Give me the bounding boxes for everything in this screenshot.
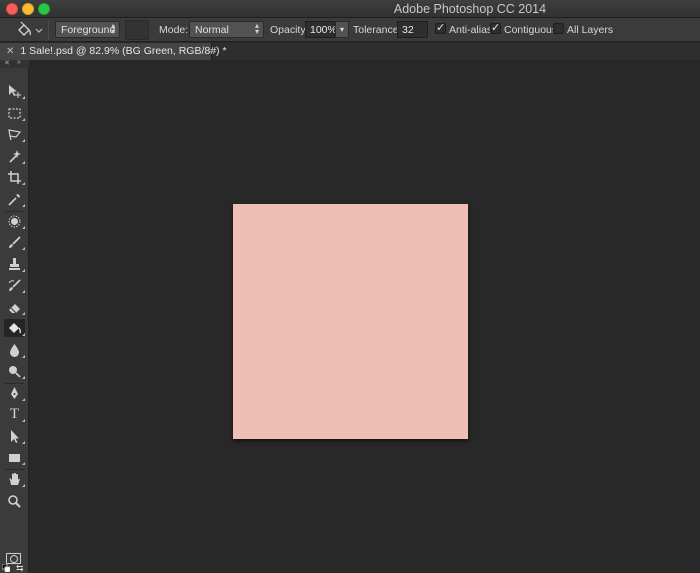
eyedropper-tool[interactable] [4, 190, 25, 208]
history-brush-icon [8, 278, 21, 291]
options-separator [48, 20, 49, 40]
crop-icon [8, 170, 21, 184]
paint-bucket-icon [18, 21, 43, 36]
fill-source-value: Foreground [61, 24, 116, 36]
tool-preset-picker[interactable] [14, 21, 44, 39]
quick-mask-icon[interactable] [6, 553, 21, 564]
marquee-tool[interactable] [4, 104, 25, 122]
hand-tool[interactable] [4, 470, 25, 488]
magic-wand-icon [9, 149, 21, 163]
contiguous-label: Contiguous [504, 24, 558, 36]
anti-alias-label: Anti-alias [449, 24, 493, 36]
opacity-field[interactable]: 100% [305, 21, 337, 38]
mode-dropdown[interactable]: Normal ▴ ▾ [189, 21, 264, 38]
history-brush-tool[interactable] [4, 276, 25, 294]
healing-brush-icon [8, 215, 21, 227]
lasso-icon [8, 128, 22, 140]
hand-icon [9, 472, 20, 485]
paint-bucket-icon [9, 322, 22, 333]
opacity-slider-button[interactable]: ▾ [335, 21, 349, 38]
brush-tool[interactable] [4, 233, 25, 251]
canvas-workspace [30, 60, 700, 573]
crop-tool[interactable] [4, 168, 25, 186]
zoom-icon [8, 494, 21, 508]
eyedropper-icon [8, 193, 20, 206]
tolerance-field[interactable]: 32 [397, 21, 428, 38]
eraser-tool[interactable] [4, 298, 25, 316]
document-tab-title: 1 Sale!.psd @ 82.9% (BG Green, RGB/8#) * [20, 45, 227, 57]
fill-source-dropdown[interactable]: Foreground ▴ ▾ [55, 21, 120, 38]
mode-value: Normal [195, 24, 229, 36]
clone-stamp-icon [9, 257, 20, 270]
document-tab-bar: ✕ 1 Sale!.psd @ 82.9% (BG Green, RGB/8#) … [0, 43, 700, 60]
dodge-icon [9, 365, 21, 378]
brush-icon [9, 235, 21, 248]
contiguous-checkbox[interactable]: ✓ [490, 23, 501, 34]
rectangle-tool[interactable] [4, 448, 25, 466]
anti-alias-checkbox[interactable]: ✓ [435, 23, 446, 34]
tools-panel: ✕ » T ⇆ [0, 59, 29, 573]
swap-colors-icon[interactable]: ⇆ [16, 563, 24, 573]
move-tool[interactable] [4, 82, 25, 100]
rectangular-marquee-icon [8, 107, 21, 119]
blur-tool[interactable] [4, 341, 25, 359]
pen-tool[interactable] [4, 384, 25, 402]
tolerance-label: Tolerance: [353, 24, 402, 36]
mode-label: Mode: [159, 24, 189, 36]
dropdown-arrows-icon: ▴ ▾ [254, 21, 259, 36]
path-selection-tool[interactable] [4, 427, 25, 445]
tools-panel-header[interactable]: ✕ » [0, 59, 29, 68]
close-tab-icon[interactable]: ✕ [6, 46, 14, 57]
app-title: Adobe Photoshop CC 2014 [393, 2, 547, 16]
move-icon [9, 84, 21, 98]
path-selection-icon [11, 429, 19, 443]
document-canvas[interactable] [233, 204, 468, 439]
expand-panel-icon[interactable]: » [17, 59, 21, 66]
clone-stamp-tool[interactable] [4, 255, 25, 273]
lasso-tool[interactable] [4, 125, 25, 143]
rectangle-shape-icon [9, 453, 20, 462]
type-tool[interactable]: T [4, 405, 25, 423]
dropdown-arrows-icon: ▴ ▾ [110, 21, 115, 36]
dodge-tool[interactable] [4, 362, 25, 380]
opacity-label: Opacity: [270, 24, 309, 36]
zoom-tool[interactable] [4, 492, 25, 510]
title-bar: Adobe Photoshop CC 2014 [0, 0, 700, 18]
magic-wand-tool[interactable] [4, 147, 25, 165]
document-tab[interactable]: ✕ 1 Sale!.psd @ 82.9% (BG Green, RGB/8#) … [0, 43, 227, 60]
eraser-icon [9, 303, 20, 313]
blur-icon [10, 343, 19, 357]
paint-bucket-tool[interactable] [4, 319, 25, 337]
pattern-swatch[interactable] [125, 20, 149, 40]
spot-healing-tool[interactable] [4, 212, 25, 230]
all-layers-label: All Layers [567, 24, 614, 36]
collapse-panel-icon[interactable]: ✕ [4, 59, 10, 67]
type-icon: T [9, 405, 20, 422]
pen-icon [11, 386, 18, 399]
all-layers-checkbox[interactable] [553, 23, 564, 34]
default-colors-icon[interactable] [2, 564, 10, 572]
options-bar: Foreground ▴ ▾ Mode: Normal ▴ ▾ Opacity: 1… [0, 18, 700, 42]
